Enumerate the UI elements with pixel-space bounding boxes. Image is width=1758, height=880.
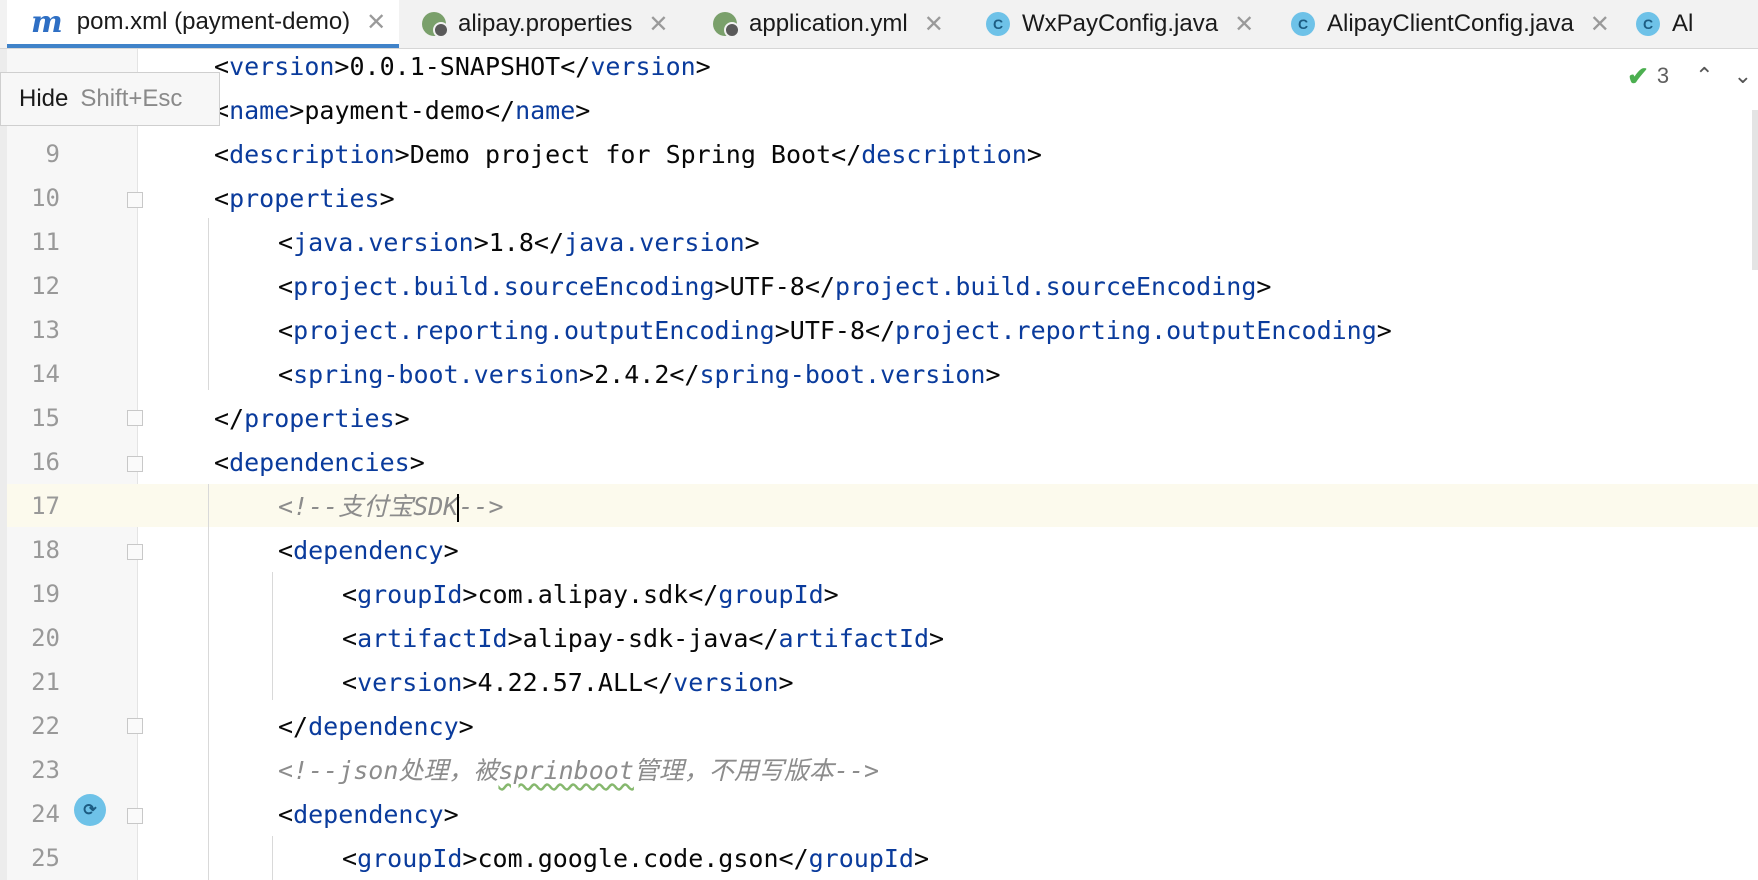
left-strip [0,49,7,880]
code-line-20[interactable]: <artifactId>alipay-sdk-java</artifactId> [342,624,944,654]
indent-guide [208,484,209,880]
fold-marker[interactable] [127,456,143,472]
tab-application-yml[interactable]: application.yml ✕ [713,0,944,48]
close-icon[interactable]: ✕ [924,10,944,39]
previous-highlight-icon[interactable]: ⌃ [1695,63,1713,89]
inspection-count: 3 [1656,63,1670,88]
check-icon: ✔ [1627,60,1649,91]
close-icon[interactable]: ✕ [366,8,386,37]
indent-guide [272,836,273,880]
indent-guide [208,218,209,390]
line-number: 25 [31,844,60,872]
code-line-22[interactable]: </dependency> [278,712,474,742]
code-line-11[interactable]: <java.version>1.8</java.version> [278,228,760,258]
tab-alipay-properties[interactable]: alipay.properties ✕ [422,0,668,48]
tab-label: WxPayConfig.java [1022,10,1219,37]
line-number: 19 [31,580,60,608]
java-class-icon: C [1636,12,1660,36]
line-number: 20 [31,624,60,652]
scrollbar-thumb[interactable] [1752,110,1758,270]
line-number: 13 [31,316,60,344]
java-class-icon: C [1291,12,1315,36]
code-line-12[interactable]: <project.build.sourceEncoding>UTF-8</pro… [278,272,1271,302]
line-number: 15 [31,404,60,432]
tab-label: application.yml [749,10,908,37]
line-number: 23 [31,756,60,784]
tab-label: pom.xml (payment-demo) [76,8,351,35]
code-line-18[interactable]: <dependency> [278,536,459,566]
line-number: 9 [45,140,60,168]
code-line-17[interactable]: <!--支付宝SDK--> [278,492,504,522]
tab-alipayclientconfig-java[interactable]: C AlipayClientConfig.java ✕ [1291,0,1610,48]
code-line-23[interactable]: <!--json处理，被sprinboot管理，不用写版本--> [278,756,879,786]
line-number: 17 [31,492,60,520]
code-line-19[interactable]: <groupId>com.alipay.sdk</groupId> [342,580,839,610]
code-line-13[interactable]: <project.reporting.outputEncoding>UTF-8<… [278,316,1392,346]
line-number: 16 [31,448,60,476]
fold-marker[interactable] [127,544,143,560]
code-line-14[interactable]: <spring-boot.version>2.4.2</spring-boot.… [278,360,1001,390]
code-line-16[interactable]: <dependencies> [214,448,425,478]
close-icon[interactable]: ✕ [1234,10,1254,39]
maven-icon: m [31,4,63,40]
fold-marker[interactable] [127,718,143,734]
line-number: 14 [31,360,60,388]
line-number: 10 [31,184,60,212]
inspection-widget[interactable]: ✔ 3 ⌃ ⌄ [1627,58,1758,94]
tab-label: AlipayClientConfig.java [1327,10,1574,37]
fold-marker[interactable] [127,192,143,208]
spring-yaml-icon [713,12,740,38]
code-line-15[interactable]: </properties> [214,404,410,434]
tab-label: alipay.properties [458,10,633,37]
close-icon[interactable]: ✕ [648,10,668,39]
hide-label[interactable]: Hide [19,85,68,113]
java-class-icon: C [986,12,1010,36]
line-number: 24 [31,800,60,828]
fold-marker[interactable] [127,410,143,426]
fold-marker[interactable] [127,808,143,824]
hide-tooltip[interactable]: Hide Shift+Esc [0,72,220,126]
line-number: 18 [31,536,60,564]
code-line-10[interactable]: <properties> [214,184,395,214]
editor-tab-bar: m pom.xml (payment-demo) ✕ alipay.proper… [0,0,1758,49]
indent-guide [272,572,273,700]
code-line-7[interactable]: <version>0.0.1-SNAPSHOT</version> [214,52,711,82]
close-icon[interactable]: ✕ [1590,10,1610,39]
caret-line-highlight [7,484,1758,527]
tab-wxpayconfig-java[interactable]: C WxPayConfig.java ✕ [986,0,1254,48]
spring-properties-icon [422,12,449,38]
hide-shortcut: Shift+Esc [80,85,183,112]
dependency-gutter-icon[interactable]: ⟳ [74,794,106,826]
tab-truncated[interactable]: C Al [1636,0,1693,48]
line-number: 21 [31,668,60,696]
code-line-25[interactable]: <groupId>com.google.code.gson</groupId> [342,844,929,874]
tab-label: Al [1672,10,1694,37]
tab-pom-xml[interactable]: m pom.xml (payment-demo) ✕ [7,0,399,48]
code-line-9[interactable]: <description>Demo project for Spring Boo… [214,140,1042,170]
code-line-21[interactable]: <version>4.22.57.ALL</version> [342,668,794,698]
next-highlight-icon[interactable]: ⌄ [1734,63,1752,89]
code-line-24[interactable]: <dependency> [278,800,459,830]
line-number: 12 [31,272,60,300]
line-number: 22 [31,712,60,740]
code-line-8[interactable]: <name>payment-demo</name> [214,96,590,126]
line-number: 11 [31,228,60,256]
